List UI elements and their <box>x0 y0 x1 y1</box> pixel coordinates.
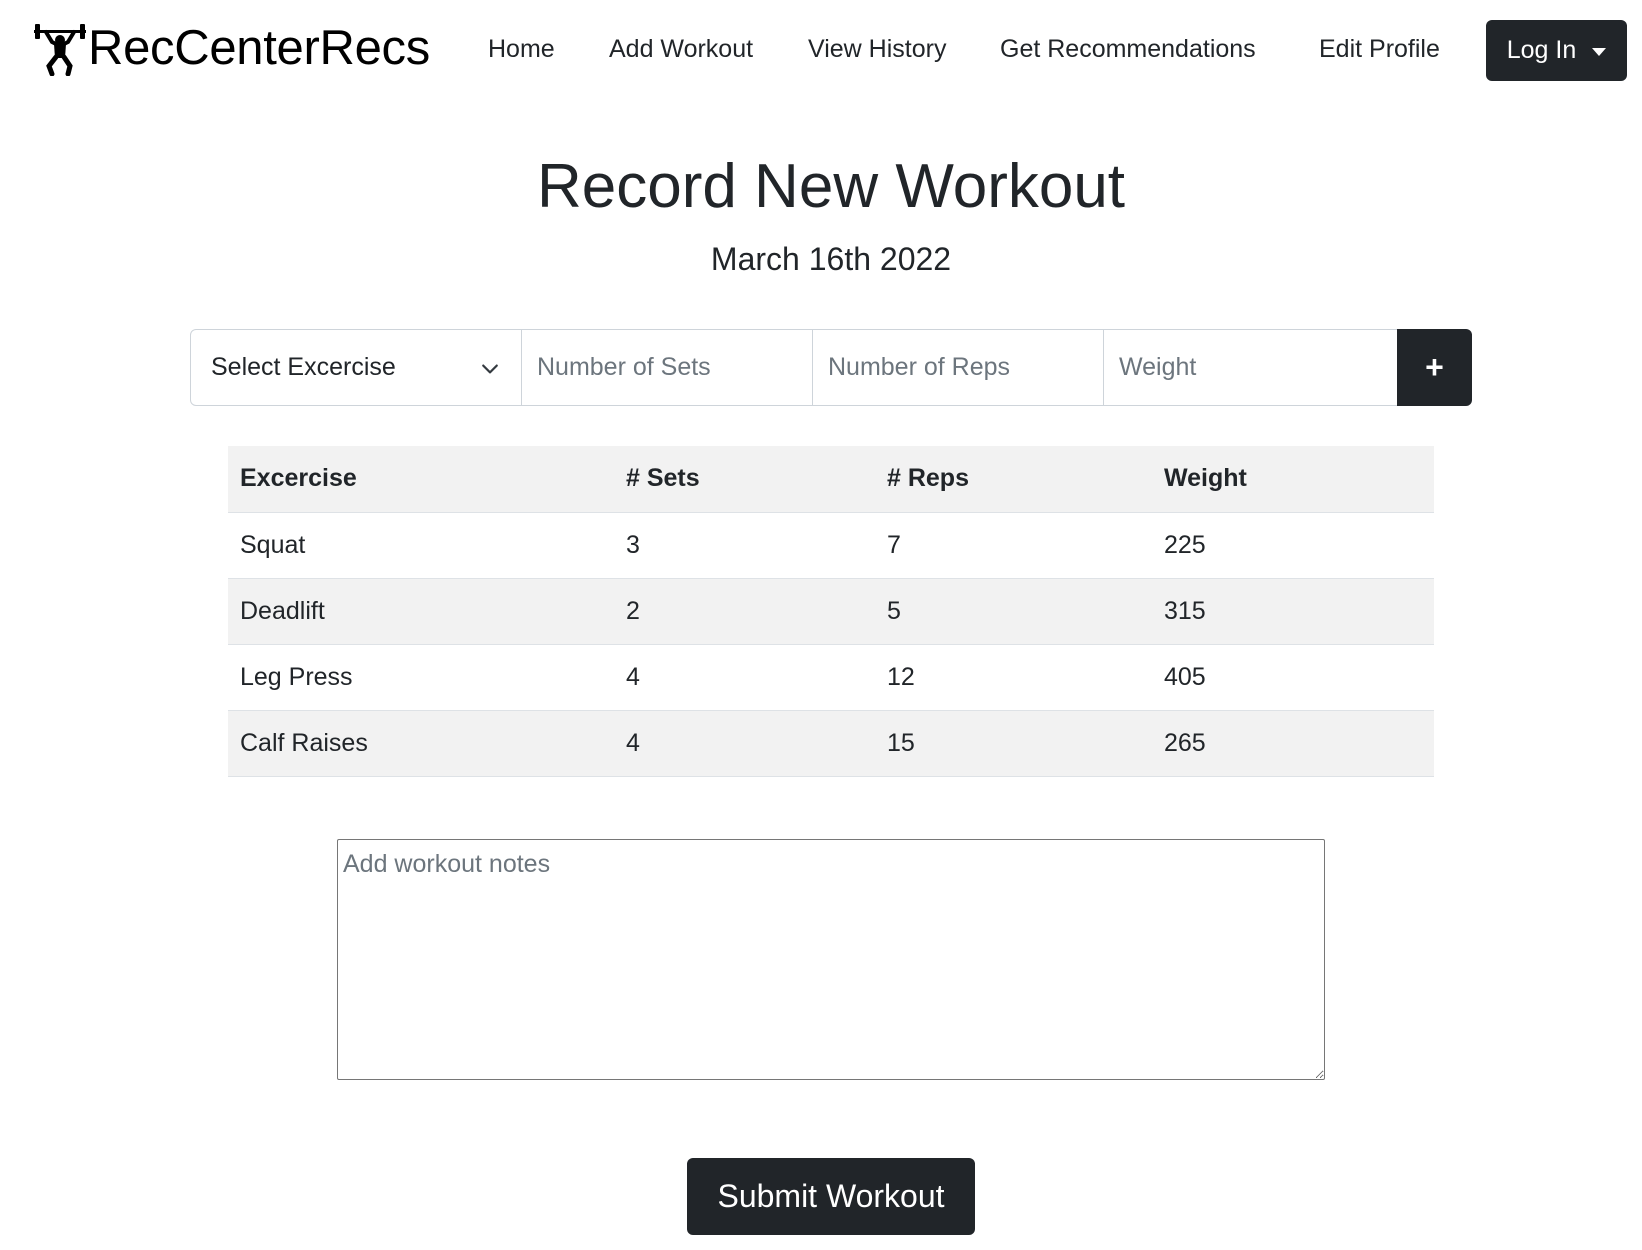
table-header-row: Excercise # Sets # Reps Weight <box>228 446 1434 513</box>
cell-sets: 4 <box>614 710 875 777</box>
submit-workout-button[interactable]: Submit Workout <box>687 1158 975 1235</box>
nav-edit-profile-link[interactable]: Edit Profile <box>1319 34 1440 64</box>
sets-input[interactable] <box>521 329 813 406</box>
cell-weight: 225 <box>1152 512 1434 579</box>
weightlifter-icon <box>34 24 86 76</box>
login-label: Log In <box>1506 36 1577 64</box>
cell-exercise: Leg Press <box>228 644 614 711</box>
login-dropdown-button[interactable]: Log In <box>1486 20 1627 81</box>
add-exercise-button[interactable]: + <box>1397 329 1472 406</box>
cell-weight: 265 <box>1152 710 1434 777</box>
table-row: Calf Raises 4 15 265 <box>228 710 1434 777</box>
navbar: RecCenterRecs Home Add Workout View Hist… <box>0 0 1642 100</box>
nav-home-link[interactable]: Home <box>488 34 555 64</box>
brand-link[interactable]: RecCenterRecs <box>32 18 430 78</box>
workout-notes-textarea[interactable] <box>337 839 1325 1080</box>
table-row: Squat 3 7 225 <box>228 512 1434 579</box>
workout-date: March 16th 2022 <box>710 241 952 277</box>
nav-add-workout-link[interactable]: Add Workout <box>609 34 753 64</box>
cell-weight: 315 <box>1152 578 1434 645</box>
cell-exercise: Squat <box>228 512 614 579</box>
nav-get-recommendations-link[interactable]: Get Recommendations <box>1000 34 1256 64</box>
cell-exercise: Calf Raises <box>228 710 614 777</box>
cell-sets: 2 <box>614 578 875 645</box>
workout-table: Excercise # Sets # Reps Weight Squat 3 7… <box>228 446 1434 777</box>
column-header-sets: # Sets <box>614 446 875 513</box>
caret-down-icon <box>1592 47 1607 56</box>
cell-reps: 7 <box>875 512 1152 579</box>
page-title: Record New Workout <box>536 152 1126 221</box>
cell-weight: 405 <box>1152 644 1434 711</box>
cell-sets: 3 <box>614 512 875 579</box>
exercise-entry-row: Select Excercise + <box>190 329 1472 406</box>
chevron-down-icon <box>482 364 498 374</box>
column-header-weight: Weight <box>1152 446 1434 513</box>
weight-input[interactable] <box>1103 329 1398 406</box>
exercise-select-value: Select Excercise <box>211 353 396 381</box>
cell-exercise: Deadlift <box>228 578 614 645</box>
column-header-reps: # Reps <box>875 446 1152 513</box>
cell-reps: 12 <box>875 644 1152 711</box>
table-row: Deadlift 2 5 315 <box>228 578 1434 645</box>
table-row: Leg Press 4 12 405 <box>228 644 1434 711</box>
reps-input[interactable] <box>812 329 1104 406</box>
cell-sets: 4 <box>614 644 875 711</box>
column-header-exercise: Excercise <box>228 446 614 513</box>
cell-reps: 5 <box>875 578 1152 645</box>
nav-view-history-link[interactable]: View History <box>808 34 946 64</box>
exercise-select[interactable]: Select Excercise <box>190 329 522 406</box>
cell-reps: 15 <box>875 710 1152 777</box>
brand-name: RecCenterRecs <box>88 20 430 75</box>
